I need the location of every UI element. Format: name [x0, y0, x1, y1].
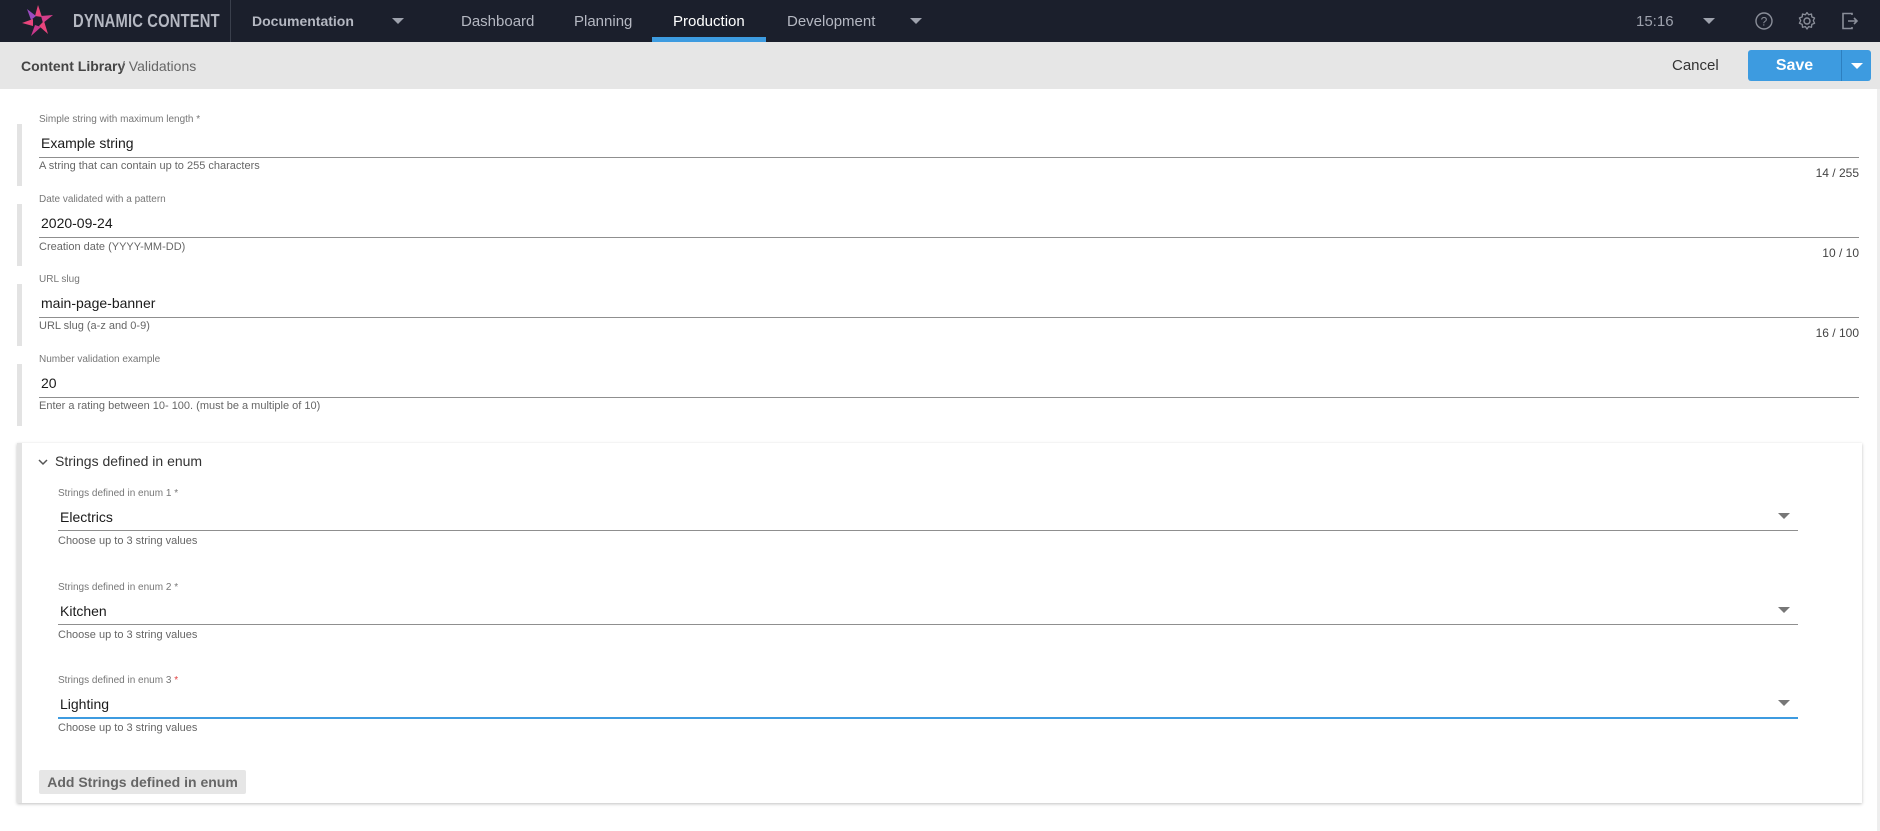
- tab-dashboard[interactable]: Dashboard: [461, 13, 534, 30]
- simple-string-input[interactable]: Example string: [41, 135, 134, 151]
- input-underline: [39, 317, 1859, 318]
- svg-text:?: ?: [1761, 15, 1768, 29]
- field-indicator: [17, 364, 22, 426]
- more-tabs-dropdown-icon[interactable]: [910, 18, 922, 24]
- tab-planning[interactable]: Planning: [574, 13, 632, 30]
- field-help: Enter a rating between 10- 100. (must be…: [39, 400, 321, 412]
- field-indicator: [17, 284, 22, 346]
- clock-dropdown-icon[interactable]: [1703, 18, 1715, 24]
- url-slug-input[interactable]: main-page-banner: [41, 295, 155, 311]
- breadcrumb-bar: [0, 42, 1880, 89]
- char-count: 10 / 10: [1822, 246, 1859, 260]
- field-help: Creation date (YYYY-MM-DD): [39, 241, 186, 253]
- input-underline: [39, 157, 1859, 158]
- select-underline: [58, 624, 1798, 625]
- field-help: URL slug (a-z and 0-9): [39, 320, 150, 332]
- field-indicator: [17, 204, 22, 266]
- enum-3-select[interactable]: Lighting: [60, 696, 109, 712]
- save-button[interactable]: Save: [1748, 50, 1841, 81]
- dynamic-content-logo-icon: [22, 5, 53, 36]
- enum-section: [17, 443, 1862, 803]
- clock: 15:16: [1636, 13, 1674, 30]
- brand-name: DYNAMIC CONTENT: [73, 11, 220, 31]
- select-underline: [58, 530, 1798, 531]
- dropdown-arrow-icon[interactable]: [1778, 607, 1790, 613]
- input-underline: [39, 397, 1859, 398]
- field-label: Simple string with maximum length *: [39, 114, 201, 125]
- hub-selector[interactable]: Documentation: [252, 13, 354, 29]
- tab-production[interactable]: Production: [673, 13, 745, 30]
- divider: [230, 0, 231, 42]
- select-underline-focused: [58, 717, 1798, 719]
- select-help: Choose up to 3 string values: [58, 535, 198, 547]
- select-help: Choose up to 3 string values: [58, 629, 198, 641]
- logout-icon[interactable]: [1840, 11, 1860, 31]
- field-help: A string that can contain up to 255 char…: [39, 160, 260, 172]
- input-underline: [39, 237, 1859, 238]
- add-enum-button[interactable]: Add Strings defined in enum: [39, 770, 246, 794]
- select-label: Strings defined in enum 2 *: [58, 582, 179, 593]
- breadcrumb-current: / Validations: [121, 58, 197, 74]
- dropdown-arrow-icon[interactable]: [1778, 513, 1790, 519]
- select-label: Strings defined in enum 1 *: [58, 488, 179, 499]
- dropdown-arrow-icon[interactable]: [1778, 700, 1790, 706]
- enum-1-select[interactable]: Electrics: [60, 509, 113, 525]
- help-icon[interactable]: ?: [1754, 11, 1774, 31]
- field-label: URL slug: [39, 274, 80, 285]
- char-count: 16 / 100: [1815, 326, 1859, 340]
- enum-2-select[interactable]: Kitchen: [60, 603, 107, 619]
- select-label: Strings defined in enum 3 *: [58, 675, 179, 686]
- hub-dropdown-icon[interactable]: [392, 18, 404, 24]
- cancel-button[interactable]: Cancel: [1672, 57, 1719, 74]
- top-navigation-bar: DYNAMIC CONTENT Documentation Dashboard …: [0, 0, 1880, 42]
- field-label: Date validated with a pattern: [39, 194, 166, 205]
- chevron-down-icon: [1851, 63, 1863, 69]
- field-indicator: [17, 124, 22, 186]
- char-count: 14 / 255: [1815, 166, 1859, 180]
- settings-icon[interactable]: [1797, 11, 1817, 31]
- breadcrumb-content-library[interactable]: Content Library: [21, 58, 125, 74]
- save-options-button[interactable]: [1841, 50, 1871, 81]
- select-help: Choose up to 3 string values: [58, 722, 198, 734]
- number-input[interactable]: 20: [41, 375, 57, 391]
- chevron-down-icon[interactable]: [36, 455, 50, 469]
- enum-section-title[interactable]: Strings defined in enum: [55, 453, 202, 469]
- tab-development[interactable]: Development: [787, 13, 875, 30]
- field-label: Number validation example: [39, 354, 161, 365]
- date-input[interactable]: 2020-09-24: [41, 215, 113, 231]
